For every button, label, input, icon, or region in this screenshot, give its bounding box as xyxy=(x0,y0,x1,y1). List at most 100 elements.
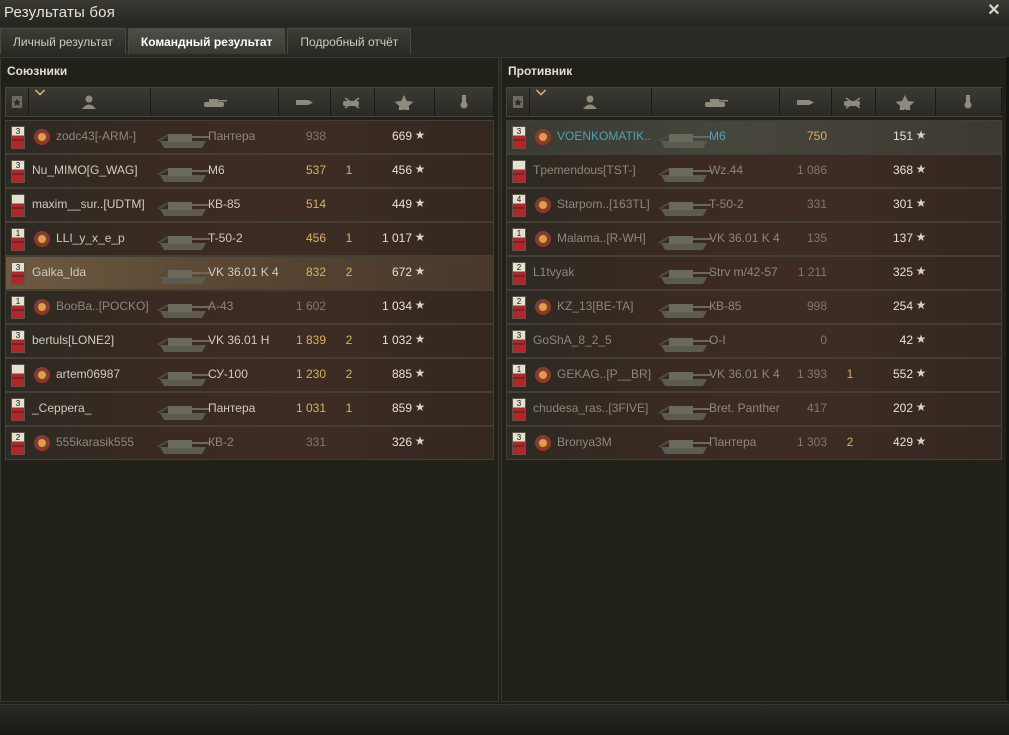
clan-emblem-icon xyxy=(533,127,553,147)
tab-team-result[interactable]: Командный результат xyxy=(127,28,286,54)
player-name[interactable]: KZ_13[BE-TA] xyxy=(557,299,633,313)
tank-name: СУ-100 xyxy=(208,367,248,381)
clan-emblem-icon xyxy=(533,365,553,385)
player-name[interactable]: artem06987 xyxy=(56,367,120,381)
player-name[interactable]: 555karasik555 xyxy=(56,435,134,449)
tab-personal-result[interactable]: Личный результат xyxy=(0,28,126,54)
results-tabs: Личный результат Командный результат Под… xyxy=(0,28,413,54)
damage-value: 750 xyxy=(806,129,827,143)
tier-number: 3 xyxy=(15,399,21,408)
xp-value: 859 xyxy=(391,401,412,415)
player-name[interactable]: GoShA_8_2_5 xyxy=(533,333,612,347)
sort-chevron-icon[interactable] xyxy=(531,88,551,98)
damage-value: 1 211 xyxy=(797,265,827,279)
tier-number: 2 xyxy=(516,263,522,272)
player-row[interactable]: 3 chudesa_ras..[3FIVE] Bret. Panther 417 202… xyxy=(506,392,1002,426)
tier-number: 2 xyxy=(15,433,21,442)
tier-number: 1 xyxy=(15,229,21,238)
player-name[interactable]: Nu_MIMO[G_WAG] xyxy=(32,163,138,177)
player-row[interactable]: 2 555karasik555 КВ-2 331 326 ★ xyxy=(5,426,494,460)
xp-star-icon: ★ xyxy=(915,264,927,278)
player-name[interactable]: BooBa..[POCKO] xyxy=(56,299,149,313)
squad-icon[interactable] xyxy=(507,88,530,116)
xp-star-icon: ★ xyxy=(915,332,927,346)
xp-value: 669 xyxy=(391,129,412,143)
player-row[interactable]: 2 KZ_13[BE-TA] КВ-85 998 254 ★ xyxy=(506,290,1002,324)
tank-name: VK 36.01 H xyxy=(208,333,270,347)
player-name[interactable]: VOENKOMATIK.. xyxy=(557,129,651,143)
player-name[interactable]: zodc43[-ARM-] xyxy=(56,129,136,143)
xp-value: 368 xyxy=(892,163,913,177)
player-row[interactable]: Tpemendous[TST-] Wz.44 1 086 368 ★ xyxy=(506,154,1002,188)
player-row[interactable]: 3 Nu_MIMO[G_WAG] M6 537 1 456 ★ xyxy=(5,154,494,188)
damage-value: 514 xyxy=(305,197,326,211)
xp-value: 885 xyxy=(391,367,412,381)
player-name[interactable]: Starpom..[163TL] xyxy=(557,197,650,211)
close-icon[interactable]: ✕ xyxy=(985,2,1003,20)
tank-name: КВ-85 xyxy=(709,299,742,313)
player-row[interactable]: maxim__sur..[UDTM] КВ-85 514 449 ★ xyxy=(5,188,494,222)
player-row[interactable]: 3 GoShA_8_2_5 O-I 0 42 ★ xyxy=(506,324,1002,358)
xp-column-icon[interactable] xyxy=(875,88,936,116)
clan-emblem-icon xyxy=(533,433,553,453)
medal-column-icon[interactable] xyxy=(434,88,494,116)
player-name[interactable]: Galka_lda xyxy=(32,265,86,279)
tank-name: T-50-2 xyxy=(709,197,744,211)
damage-column-icon[interactable] xyxy=(278,88,331,116)
player-row[interactable]: artem06987 СУ-100 1 230 2 885 ★ xyxy=(5,358,494,392)
player-name[interactable]: chudesa_ras..[3FIVE] xyxy=(533,401,648,415)
damage-column-icon[interactable] xyxy=(779,88,832,116)
xp-star-icon: ★ xyxy=(915,162,927,176)
xp-value: 137 xyxy=(892,231,913,245)
player-row[interactable]: 3 Galka_lda VK 36.01 K 4 832 2 672 ★ xyxy=(5,256,494,290)
tank-image-icon xyxy=(655,123,713,151)
player-row[interactable]: 3 Bronya3M Пантера 1 303 2 429 ★ xyxy=(506,426,1002,460)
xp-star-icon: ★ xyxy=(414,434,426,448)
player-row[interactable]: 3 zodc43[-ARM-] Пантера 938 669 ★ xyxy=(5,120,494,154)
player-row[interactable]: 1 LLI_y_x_e_p T-50-2 456 1 1 017 ★ xyxy=(5,222,494,256)
clan-emblem-icon xyxy=(32,365,52,385)
tank-column-icon[interactable] xyxy=(651,88,780,116)
xp-star-icon: ★ xyxy=(414,366,426,380)
tank-column-icon[interactable] xyxy=(150,88,279,116)
medal-column-icon[interactable] xyxy=(935,88,1002,116)
xp-column-icon[interactable] xyxy=(374,88,435,116)
player-row[interactable]: 1 BooBa..[POCKO] A-43 1 602 1 034 ★ xyxy=(5,290,494,324)
player-name[interactable]: GEKAG..[P__BR] xyxy=(557,367,651,381)
player-name[interactable]: _Ceppera_ xyxy=(32,401,91,415)
xp-value: 202 xyxy=(892,401,913,415)
player-name[interactable]: Bronya3M xyxy=(557,435,612,449)
clan-emblem-icon xyxy=(533,195,553,215)
column-header-row xyxy=(506,87,1002,117)
player-row[interactable]: 1 Malama..[R-WH] VK 36.01 K 4 135 137 ★ xyxy=(506,222,1002,256)
sort-chevron-icon[interactable] xyxy=(30,88,50,98)
squad-icon[interactable] xyxy=(6,88,29,116)
player-row[interactable]: 3 VOENKOMATIK.. M6 750 151 ★ xyxy=(506,120,1002,154)
player-row[interactable]: 1 GEKAG..[P__BR] VK 36.01 K 41 393 1 552 ★ xyxy=(506,358,1002,392)
tank-tier-badge: 1 xyxy=(11,228,25,251)
tab-detailed-report[interactable]: Подробный отчёт xyxy=(287,28,412,54)
player-name[interactable]: maxim__sur..[UDTM] xyxy=(32,197,145,211)
tank-name: VK 36.01 K 4 xyxy=(709,231,780,245)
player-row[interactable]: 3 bertuls[LONE2] VK 36.01 H1 839 2 1 032 ★ xyxy=(5,324,494,358)
player-name[interactable]: LLI_y_x_e_p xyxy=(56,231,125,245)
xp-star-icon: ★ xyxy=(414,162,426,176)
damage-value: 417 xyxy=(806,401,827,415)
tank-tier-badge: 3 xyxy=(512,330,526,353)
player-row[interactable]: 2 L1tvyak Strv m/42-57 1 211 325 ★ xyxy=(506,256,1002,290)
player-name[interactable]: Malama..[R-WH] xyxy=(557,231,646,245)
player-name[interactable]: Tpemendous[TST-] xyxy=(533,163,636,177)
player-name[interactable]: L1tvyak xyxy=(533,265,574,279)
tank-image-icon xyxy=(655,361,713,389)
tank-tier-badge xyxy=(11,364,25,387)
tank-tier-badge: 1 xyxy=(512,228,526,251)
kills-column-icon[interactable] xyxy=(831,88,876,116)
kills-column-icon[interactable] xyxy=(330,88,375,116)
player-row[interactable]: 3 _Ceppera_ Пантера 1 031 1 859 ★ xyxy=(5,392,494,426)
tank-tier-badge: 2 xyxy=(11,432,25,455)
xp-value: 552 xyxy=(892,367,913,381)
damage-value: 1 086 xyxy=(796,163,827,177)
player-row[interactable]: 4 Starpom..[163TL] T-50-2 331 301 ★ xyxy=(506,188,1002,222)
player-name[interactable]: bertuls[LONE2] xyxy=(32,333,114,347)
tank-name: VK 36.01 K 4 xyxy=(208,265,279,279)
